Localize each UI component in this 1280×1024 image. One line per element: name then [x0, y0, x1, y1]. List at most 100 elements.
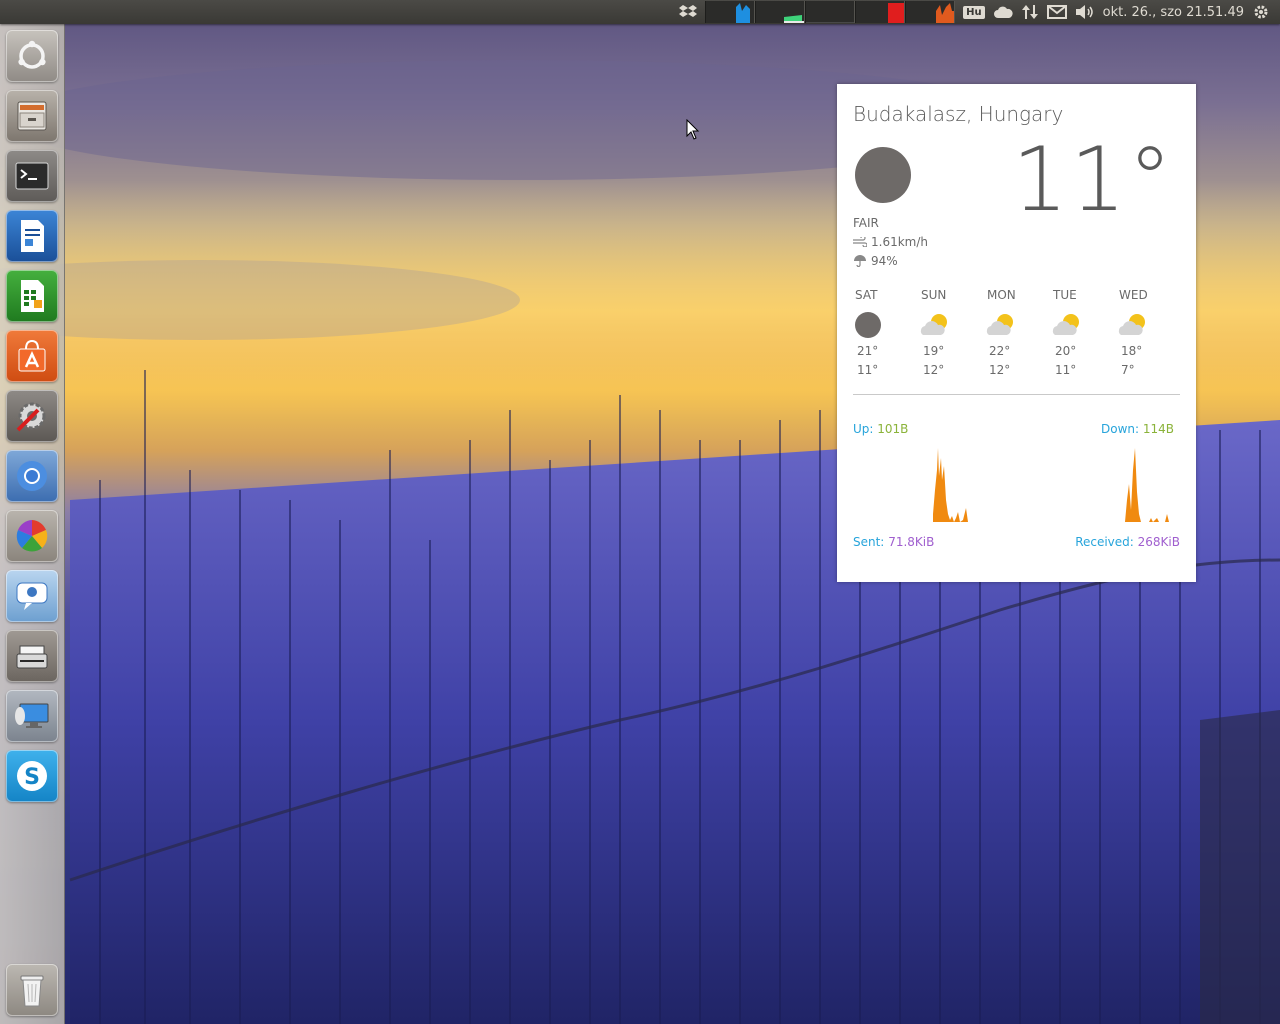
- terminal-launcher[interactable]: [6, 150, 58, 202]
- trash-launcher[interactable]: [6, 964, 58, 1016]
- forecast-low: 11°: [857, 363, 879, 377]
- file-cabinet-icon: [17, 101, 47, 131]
- trash-icon: [20, 975, 44, 1007]
- forecast-day: SAT 21° 11°: [851, 288, 917, 384]
- libreoffice-writer-launcher[interactable]: [6, 210, 58, 262]
- forecast-day: TUE 20° 11°: [1049, 288, 1115, 384]
- document-icon: [21, 220, 44, 252]
- launcher: S: [0, 24, 65, 1024]
- forecast-high: 18°: [1121, 344, 1143, 358]
- total-sent-value: 71.8KiB: [888, 535, 935, 549]
- widget-divider: [853, 394, 1180, 395]
- system-settings-launcher[interactable]: [6, 390, 58, 442]
- humidity-value: 94%: [871, 254, 898, 268]
- wind-icon: [853, 237, 867, 247]
- forecast-high: 21°: [857, 344, 879, 358]
- forecast-day: MON 22° 12°: [983, 288, 1049, 384]
- mail-icon[interactable]: [1046, 0, 1067, 24]
- forecast-strip: SAT 21° 11° SUN 19° 12° MON 22° 12° TUE …: [851, 288, 1181, 384]
- total-received-label: Received:: [1075, 535, 1134, 549]
- total-sent: Sent: 71.8KiB: [853, 535, 934, 549]
- upload-rate-value: 101B: [877, 422, 909, 436]
- wind-speed: 1.61km/h: [853, 235, 928, 249]
- forecast-day-name: SUN: [921, 288, 947, 302]
- monitor-icon: [15, 703, 49, 728]
- weather-network-widget: Budakalasz, Hungary 11° FAIR 1.61km/h 94…: [837, 84, 1196, 582]
- simple-scan-launcher[interactable]: [6, 630, 58, 682]
- terminal-icon: [15, 162, 49, 190]
- memory-graph: [755, 1, 806, 23]
- upload-graph: [933, 448, 971, 522]
- remote-desktop-launcher[interactable]: [6, 690, 58, 742]
- keyboard-layout-label: Hu: [963, 5, 985, 19]
- network-graph: [805, 1, 856, 23]
- system-load-graph[interactable]: [705, 0, 956, 24]
- forecast-high: 20°: [1055, 344, 1077, 358]
- forecast-high: 19°: [923, 344, 945, 358]
- moon-icon: [855, 312, 881, 338]
- moon-icon: [855, 147, 911, 203]
- total-received-value: 268KiB: [1137, 535, 1180, 549]
- umbrella-icon: [854, 255, 866, 267]
- download-rate-value: 114B: [1142, 422, 1174, 436]
- partly-cloudy-icon: [986, 314, 1013, 335]
- chromium-icon: [17, 461, 47, 491]
- chromium-launcher[interactable]: [6, 450, 58, 502]
- forecast-day: WED 18° 7°: [1115, 288, 1181, 384]
- forecast-day-name: SAT: [855, 288, 878, 302]
- forecast-day-name: TUE: [1053, 288, 1077, 302]
- volume-icon[interactable]: [1075, 0, 1095, 24]
- download-rate-label: Down:: [1100, 422, 1140, 436]
- settings-wrench-icon: [16, 402, 46, 432]
- pinwheel-icon: [16, 520, 48, 552]
- skype-launcher[interactable]: S: [6, 750, 58, 802]
- picasa-launcher[interactable]: [6, 510, 58, 562]
- upload-rate: Up: 101B: [853, 422, 908, 436]
- forecast-day-name: WED: [1119, 288, 1148, 302]
- download-graph: [1125, 448, 1169, 522]
- forecast-low: 11°: [1055, 363, 1077, 377]
- forecast-low: 12°: [989, 363, 1011, 377]
- scanner-icon: [16, 645, 48, 669]
- weather-condition: FAIR: [853, 216, 879, 230]
- download-rate: Down: 114B: [1101, 422, 1174, 436]
- skype-icon: S: [17, 761, 47, 791]
- forecast-day: SUN 19° 12°: [917, 288, 983, 384]
- chat-bubble-icon: [16, 582, 48, 610]
- clock[interactable]: okt. 26., szo 21.51.49: [1103, 0, 1244, 24]
- keyboard-layout-indicator[interactable]: Hu: [963, 0, 985, 24]
- forecast-low: 12°: [923, 363, 945, 377]
- software-center-launcher[interactable]: [6, 330, 58, 382]
- cpu-graph: [705, 1, 756, 23]
- humidity: 94%: [853, 254, 898, 268]
- dropbox-icon[interactable]: [679, 0, 698, 24]
- partly-cloudy-icon: [920, 314, 947, 335]
- network-transfer-icon[interactable]: [1021, 0, 1039, 24]
- empathy-launcher[interactable]: [6, 570, 58, 622]
- partly-cloudy-icon: [1118, 314, 1145, 335]
- libreoffice-calc-launcher[interactable]: [6, 270, 58, 322]
- weather-location: Budakalasz, Hungary: [853, 102, 1064, 126]
- forecast-day-name: MON: [987, 288, 1016, 302]
- forecast-high: 22°: [989, 344, 1011, 358]
- gear-icon[interactable]: [1252, 0, 1270, 24]
- total-sent-label: Sent:: [853, 535, 885, 549]
- load-graph: [905, 1, 956, 23]
- spreadsheet-icon: [21, 280, 44, 312]
- current-temperature: 11°: [1012, 128, 1174, 231]
- wind-speed-value: 1.61km/h: [871, 235, 929, 249]
- forecast-low: 7°: [1121, 363, 1135, 377]
- upload-rate-label: Up:: [853, 422, 874, 436]
- cloud-icon[interactable]: [993, 0, 1013, 24]
- ubuntu-dash-button[interactable]: [6, 30, 58, 82]
- partly-cloudy-icon: [1052, 314, 1079, 335]
- top-panel: Hu okt. 26., szo 21.51.49: [0, 0, 1280, 24]
- shopping-bag-icon: [18, 339, 46, 372]
- svg-text:S: S: [24, 765, 40, 790]
- indicator-area: Hu okt. 26., szo 21.51.49: [679, 0, 1270, 24]
- mouse-cursor-icon: [686, 119, 700, 140]
- total-received: Received: 268KiB: [1075, 535, 1180, 549]
- swap-graph: [855, 1, 906, 23]
- network-activity-graph: [933, 448, 1169, 522]
- files-launcher[interactable]: [6, 90, 58, 142]
